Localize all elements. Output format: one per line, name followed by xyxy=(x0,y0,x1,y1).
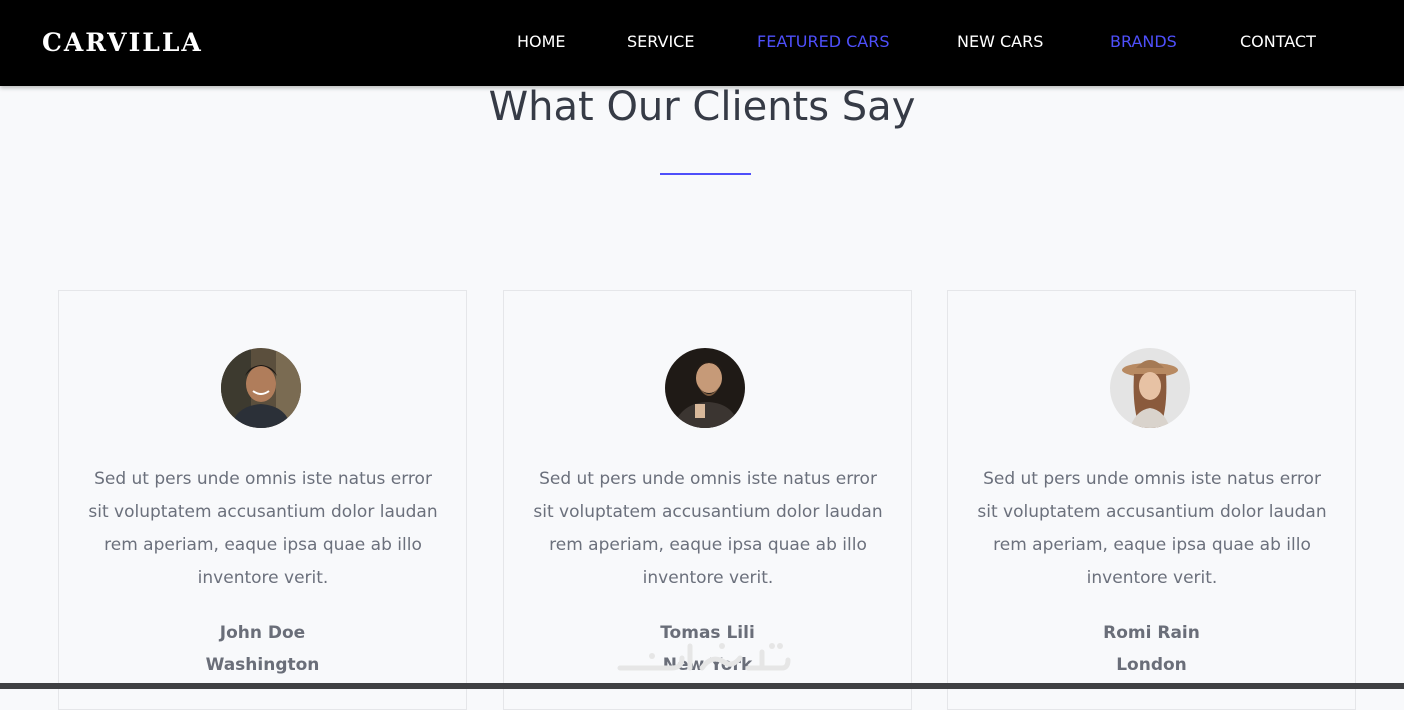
client-avatar xyxy=(665,348,745,428)
client-city: London xyxy=(1116,655,1187,675)
client-name: John Doe xyxy=(219,623,306,643)
testimonial-quote: Sed ut pers unde omnis iste natus error … xyxy=(977,469,1327,588)
site-logo[interactable]: CARVILLA xyxy=(42,28,203,57)
nav-new-cars[interactable]: NEW CARS xyxy=(957,32,1043,51)
testimonial-card: Sed ut pers unde omnis iste natus error … xyxy=(947,290,1356,710)
client-avatar xyxy=(221,348,301,428)
nav-home[interactable]: HOME xyxy=(517,32,566,51)
client-city: Washington xyxy=(205,655,320,675)
client-name: Tomas Lili xyxy=(660,623,755,643)
nav-featured-cars[interactable]: FEATURED CARS xyxy=(757,32,890,51)
testimonial-card: Sed ut pers unde omnis iste natus error … xyxy=(58,290,467,710)
nav-brands[interactable]: BRANDS xyxy=(1110,32,1177,51)
client-avatar xyxy=(1110,348,1190,428)
testimonial-card: Sed ut pers unde omnis iste natus error … xyxy=(503,290,912,710)
bottom-bar xyxy=(0,683,1404,689)
section-title: What Our Clients Say xyxy=(488,84,916,130)
client-name: Romi Rain xyxy=(1103,623,1200,643)
title-divider xyxy=(660,173,751,175)
testimonial-quote: Sed ut pers unde omnis iste natus error … xyxy=(88,469,438,588)
nav-service[interactable]: SERVICE xyxy=(627,32,694,51)
navbar: CARVILLA HOME SERVICE FEATURED CARS NEW … xyxy=(0,0,1404,86)
client-city: New York xyxy=(662,655,753,675)
nav-contact[interactable]: CONTACT xyxy=(1240,32,1316,51)
testimonial-quote: Sed ut pers unde omnis iste natus error … xyxy=(533,469,883,588)
